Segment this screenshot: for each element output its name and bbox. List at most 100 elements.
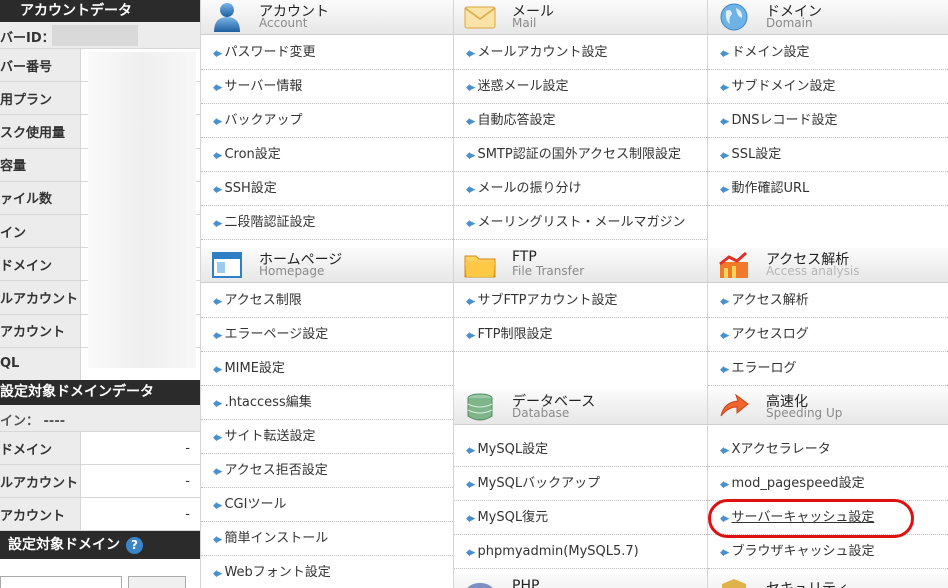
speed-menu-item[interactable]: ◆▸ mod_pagespeed設定 (708, 467, 948, 501)
domain-menu-item[interactable]: ◆▸ 動作確認URL (708, 172, 948, 206)
homepage-panel: ホームページ Homepage ◆▸ アクセス制限 ◆▸ エラーページ設定 ◆▸ MIME… (200, 248, 453, 588)
domain-data-row: アカウント - (0, 498, 200, 531)
link-arrow-icon: ◆▸ (466, 151, 476, 161)
domain-data-label: アカウント (0, 498, 81, 530)
analytics-menu-item[interactable]: ◆▸ アクセス解析 (708, 284, 948, 318)
account-menu-item[interactable]: ◆▸ 二段階認証設定 (201, 206, 453, 240)
account-menu-item[interactable]: ◆▸ SSH設定 (201, 172, 453, 206)
mail-subtitle: Mail (512, 16, 537, 30)
domain-menu-item-label: 動作確認URL (731, 181, 810, 196)
homepage-menu-item-label: アクセス制限 (224, 293, 302, 308)
domain-select[interactable] (0, 576, 122, 588)
account-menu-item-label: バックアップ (224, 113, 303, 128)
database-menu-item[interactable]: ◆▸ phpmyadmin(MySQL5.7) (454, 535, 707, 569)
account-menu-item[interactable]: ◆▸ パスワード変更 (201, 36, 453, 70)
domain-menu-item-label: DNSレコード設定 (731, 113, 838, 128)
domain-menu-item[interactable]: ◆▸ DNSレコード設定 (708, 104, 948, 138)
domain-menu-item[interactable]: ◆▸ ドメイン設定 (708, 36, 948, 70)
speed-menu-item-label: サーバーキャッシュ設定 (731, 510, 875, 525)
homepage-menu-item-label: サイト転送設定 (224, 429, 316, 444)
account-data-label: ルアカウント (0, 281, 81, 314)
homepage-menu-item[interactable]: ◆▸ .htaccess編集 (201, 386, 453, 420)
account-panel: アカウント Account ◆▸ パスワード変更 ◆▸ サーバー情報 ◆▸ バックアップ ◆… (200, 0, 453, 248)
ftp-menu-item[interactable]: ◆▸ サブFTPアカウント設定 (454, 284, 707, 318)
link-arrow-icon: ◆▸ (213, 433, 223, 443)
speed-menu-item-label: ブラウザキャッシュ設定 (731, 544, 875, 559)
target-domain-data-title: 設定対象ドメインデータ (0, 384, 154, 400)
homepage-menu-item[interactable]: ◆▸ CGIツール (201, 488, 453, 522)
mail-menu-item[interactable]: ◆▸ メールアカウント設定 (454, 36, 707, 70)
database-menu-item[interactable]: ◆▸ MySQL復元 (454, 501, 707, 535)
speed-panel: 高速化 Speeding Up ◆▸ Xアクセラレータ ◆▸ mod_pagespee… (707, 390, 948, 575)
server-id-label: バーID： (0, 31, 55, 46)
analytics-menu-item-label: エラーログ (731, 361, 797, 376)
database-subtitle: Database (512, 406, 570, 420)
user-icon (214, 3, 240, 32)
domain-menu-item[interactable]: ◆▸ SSL設定 (708, 138, 948, 172)
mail-menu-item[interactable]: ◆▸ メーリングリスト・メールマガジン (454, 206, 707, 240)
account-menu-item[interactable]: ◆▸ Cron設定 (201, 138, 453, 172)
account-menu-item[interactable]: ◆▸ サーバー情報 (201, 70, 453, 104)
speed-menu-item[interactable]: ◆▸ Xアクセラレータ (708, 433, 948, 467)
analytics-menu-item-label: アクセス解析 (731, 293, 809, 308)
homepage-panel-header: ホームページ Homepage (201, 248, 453, 283)
speed-menu-item[interactable]: ◆▸ ブラウザキャッシュ設定 (708, 535, 948, 569)
database-menu-item[interactable]: ◆▸ MySQL設定 (454, 433, 707, 467)
mail-menu-item[interactable]: ◆▸ SMTP認証の国外アクセス制限設定 (454, 138, 707, 172)
link-arrow-icon: ◆▸ (720, 297, 730, 307)
link-arrow-icon: ◆▸ (466, 83, 476, 93)
analytics-menu-item[interactable]: ◆▸ エラーログ (708, 352, 948, 386)
homepage-menu-item[interactable]: ◆▸ MIME設定 (201, 352, 453, 386)
mail-menu-item[interactable]: ◆▸ 自動応答設定 (454, 104, 707, 138)
link-arrow-icon: ◆▸ (213, 219, 223, 229)
security-title: セキュリティ (766, 578, 849, 588)
analytics-panel: アクセス解析 Access analysis ◆▸ アクセス解析 ◆▸ アクセスログ ◆… (707, 248, 948, 390)
domain-data-value: - (82, 465, 200, 497)
link-arrow-icon: ◆▸ (720, 185, 730, 195)
link-arrow-icon: ◆▸ (466, 331, 476, 341)
link-arrow-icon: ◆▸ (213, 501, 223, 511)
redacted-values (88, 52, 196, 368)
domain-menu-item[interactable]: ◆▸ サブドメイン設定 (708, 70, 948, 104)
mail-menu-item[interactable]: ◆▸ メールの振り分け (454, 172, 707, 206)
link-arrow-icon: ◆▸ (213, 569, 223, 579)
domain-panel: ドメイン Domain ◆▸ ドメイン設定 ◆▸ サブドメイン設定 ◆▸ DNSレコード設… (707, 0, 948, 248)
account-data-label: 容量 (0, 148, 81, 181)
database-panel: データベース Database ◆▸ MySQL設定 ◆▸ MySQLバックアップ ◆▸… (453, 390, 707, 575)
link-arrow-icon: ◆▸ (466, 297, 476, 307)
account-data-label: 用プラン (0, 82, 81, 115)
analytics-panel-header: アクセス解析 Access analysis (708, 248, 948, 283)
mail-menu-item[interactable]: ◆▸ 迷惑メール設定 (454, 70, 707, 104)
browser-window-icon (212, 252, 242, 278)
speed-menu-item-label: Xアクセラレータ (731, 442, 831, 457)
link-arrow-icon: ◆▸ (720, 480, 730, 490)
homepage-menu-item[interactable]: ◆▸ アクセス拒否設定 (201, 454, 453, 488)
domain-select-button[interactable] (128, 576, 186, 588)
help-icon[interactable]: ? (126, 536, 143, 554)
analytics-subtitle: Access analysis (766, 264, 860, 278)
homepage-menu-item[interactable]: ◆▸ サイト転送設定 (201, 420, 453, 454)
chart-icon (719, 251, 748, 278)
database-menu-item[interactable]: ◆▸ MySQLバックアップ (454, 467, 707, 501)
link-arrow-icon: ◆▸ (720, 446, 730, 456)
homepage-menu-item[interactable]: ◆▸ アクセス制限 (201, 284, 453, 318)
ftp-panel-header: FTP File Transfer (454, 248, 707, 283)
ftp-subtitle: File Transfer (512, 264, 585, 278)
homepage-menu-item[interactable]: ◆▸ 簡単インストール (201, 522, 453, 556)
mail-menu-item-label: 自動応答設定 (477, 113, 556, 128)
account-menu-item[interactable]: ◆▸ バックアップ (201, 104, 453, 138)
speed-menu-item[interactable]: ◆▸ サーバーキャッシュ設定 (708, 501, 948, 535)
domain-label: イン： ---- (0, 414, 66, 429)
analytics-menu-item[interactable]: ◆▸ アクセスログ (708, 318, 948, 352)
homepage-menu-item[interactable]: ◆▸ エラーページ設定 (201, 318, 453, 352)
homepage-menu-item-label: アクセス拒否設定 (224, 463, 328, 478)
account-data-label: QL (0, 347, 81, 380)
account-menu-item-label: Cron設定 (224, 147, 281, 162)
envelope-icon (464, 6, 496, 29)
homepage-menu-item[interactable]: ◆▸ Webフォント設定 (201, 556, 453, 588)
link-arrow-icon: ◆▸ (213, 331, 223, 341)
target-domain-data-header: 設定対象ドメインデータ (0, 380, 200, 405)
link-arrow-icon: ◆▸ (213, 117, 223, 127)
ftp-menu-item[interactable]: ◆▸ FTP制限設定 (454, 318, 707, 352)
mail-menu-item-label: メールの振り分け (477, 181, 582, 196)
